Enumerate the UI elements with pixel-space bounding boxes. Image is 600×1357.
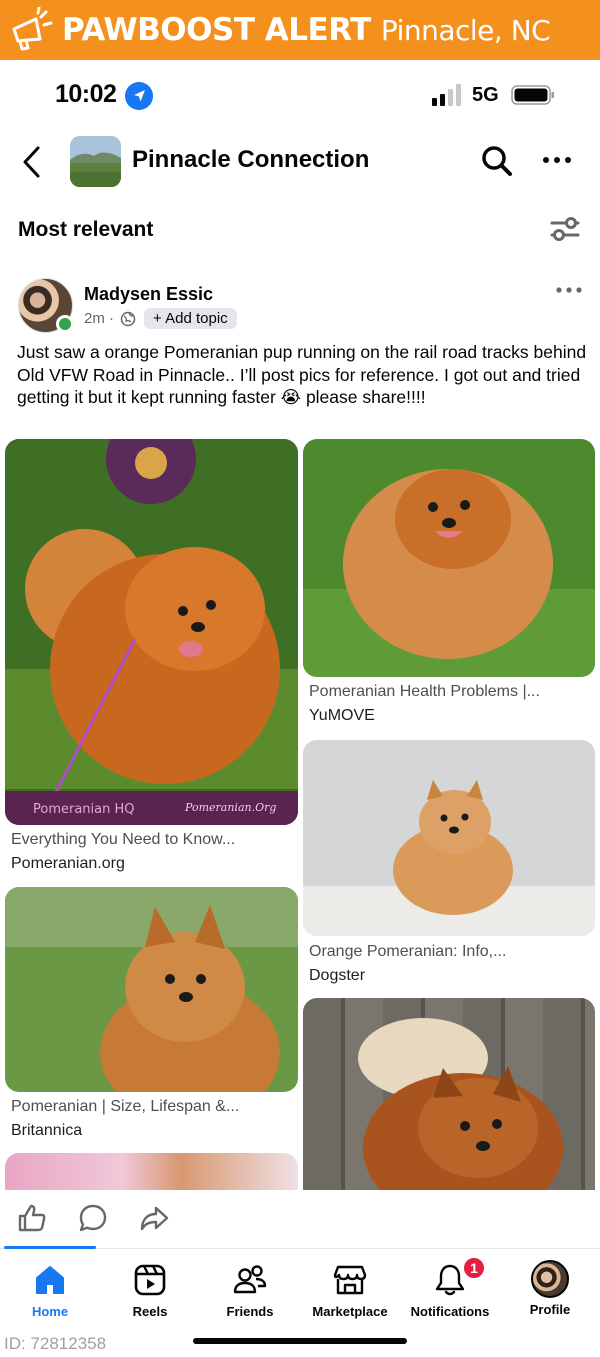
image-card-dogster[interactable]: Orange Pomeranian: Info,... Dogster [303,740,595,988]
pomeranian-photo [5,1153,298,1190]
home-indicator[interactable] [193,1338,407,1344]
image-title: Pomeranian Health Problems |... [309,683,540,700]
back-arrow-icon[interactable] [18,144,48,180]
online-status-dot [56,315,74,333]
nav-label: Marketplace [312,1304,388,1319]
image-source: Pomeranian.org [11,855,125,872]
pomeranian-photo: Pomeranian HQ Pomeranian.Org [5,439,298,825]
image-card-pomeranian-org[interactable]: Pomeranian HQ Pomeranian.Org Everything … [5,439,298,879]
image-title: Everything You Need to Know... [11,831,236,848]
home-icon [36,1266,64,1294]
more-options-icon[interactable] [540,148,574,172]
nav-profile[interactable]: Profile [500,1254,600,1324]
image-source: YuMOVE [309,707,375,724]
meta-separator: · [104,310,115,327]
nav-notifications[interactable]: 1 Notifications [400,1254,500,1324]
notification-badge: 1 [462,1256,486,1280]
image-source: Britannica [11,1122,83,1139]
post-meta: 2m · + Add topic [84,308,237,329]
profile-avatar [531,1260,569,1298]
overlay-brand-right: Pomeranian.Org [184,801,276,814]
image-card-wood[interactable] [303,998,595,1190]
nav-label: Reels [132,1304,168,1319]
pomeranian-photo [303,740,595,936]
location-arrow-icon [125,82,153,110]
bottom-navigation: Home Reels Friends Marketplace 1 Notific… [0,1254,600,1326]
cell-signal-icon [432,84,461,106]
image-title: Pomeranian | Size, Lifespan &... [11,1098,240,1115]
pawboost-alert-banner: PAWBOOST ALERT Pinnacle, NC [0,0,600,60]
comment-icon[interactable] [77,1202,109,1234]
status-time: 10:02 [55,80,117,108]
alert-location: Pinnacle, NC [380,13,551,47]
pomeranian-photo [5,887,298,1092]
nav-marketplace[interactable]: Marketplace [300,1254,400,1324]
friends-icon [233,1265,267,1294]
alert-brand: PAWBOOST ALERT [62,12,371,48]
group-cover-thumbnail[interactable] [70,136,121,187]
image-card-partial[interactable] [5,1153,298,1190]
group-header: Pinnacle Connection [0,130,600,194]
group-title[interactable]: Pinnacle Connection [132,146,369,174]
battery-icon [511,85,554,105]
status-bar: 10:02 5G [0,74,600,118]
megaphone-icon [12,7,53,51]
post-body-text: Just saw a orange Pomeranian pup running… [17,342,587,407]
reels-icon [134,1264,166,1296]
filter-sliders-icon[interactable] [548,212,582,246]
globe-icon [120,311,136,326]
marketplace-icon [333,1265,367,1295]
active-tab-indicator [4,1246,96,1249]
nav-label: Friends [226,1304,274,1319]
post-time[interactable]: 2m [84,310,105,327]
nav-label: Profile [529,1302,571,1317]
post-action-bar [0,1200,600,1240]
sort-row: Most relevant [0,210,600,250]
network-type: 5G [472,84,499,106]
nav-label: Notifications [410,1304,490,1319]
add-topic-button[interactable]: + Add topic [144,308,237,329]
like-icon[interactable] [16,1202,48,1234]
nav-label: Home [31,1304,69,1319]
share-icon[interactable] [138,1202,170,1234]
image-source: Dogster [309,967,366,984]
image-card-britannica[interactable]: Pomeranian | Size, Lifespan &... Britann… [5,887,298,1145]
pomeranian-photo [303,998,595,1190]
pomeranian-photo [303,439,595,677]
nav-home[interactable]: Home [0,1254,100,1324]
post-author[interactable]: Madysen Essic [84,284,213,305]
image-card-yumove[interactable]: Pomeranian Health Problems |... YuMOVE [303,439,595,735]
nav-reels[interactable]: Reels [100,1254,200,1324]
overlay-brand-left: Pomeranian HQ [33,802,135,817]
sort-label[interactable]: Most relevant [18,218,153,242]
search-icon[interactable] [480,144,514,178]
image-id-watermark: ID: 72812358 [4,1334,107,1353]
image-title: Orange Pomeranian: Info,... [309,943,507,960]
nav-friends[interactable]: Friends [200,1254,300,1324]
post-more-options-icon[interactable] [554,280,584,300]
